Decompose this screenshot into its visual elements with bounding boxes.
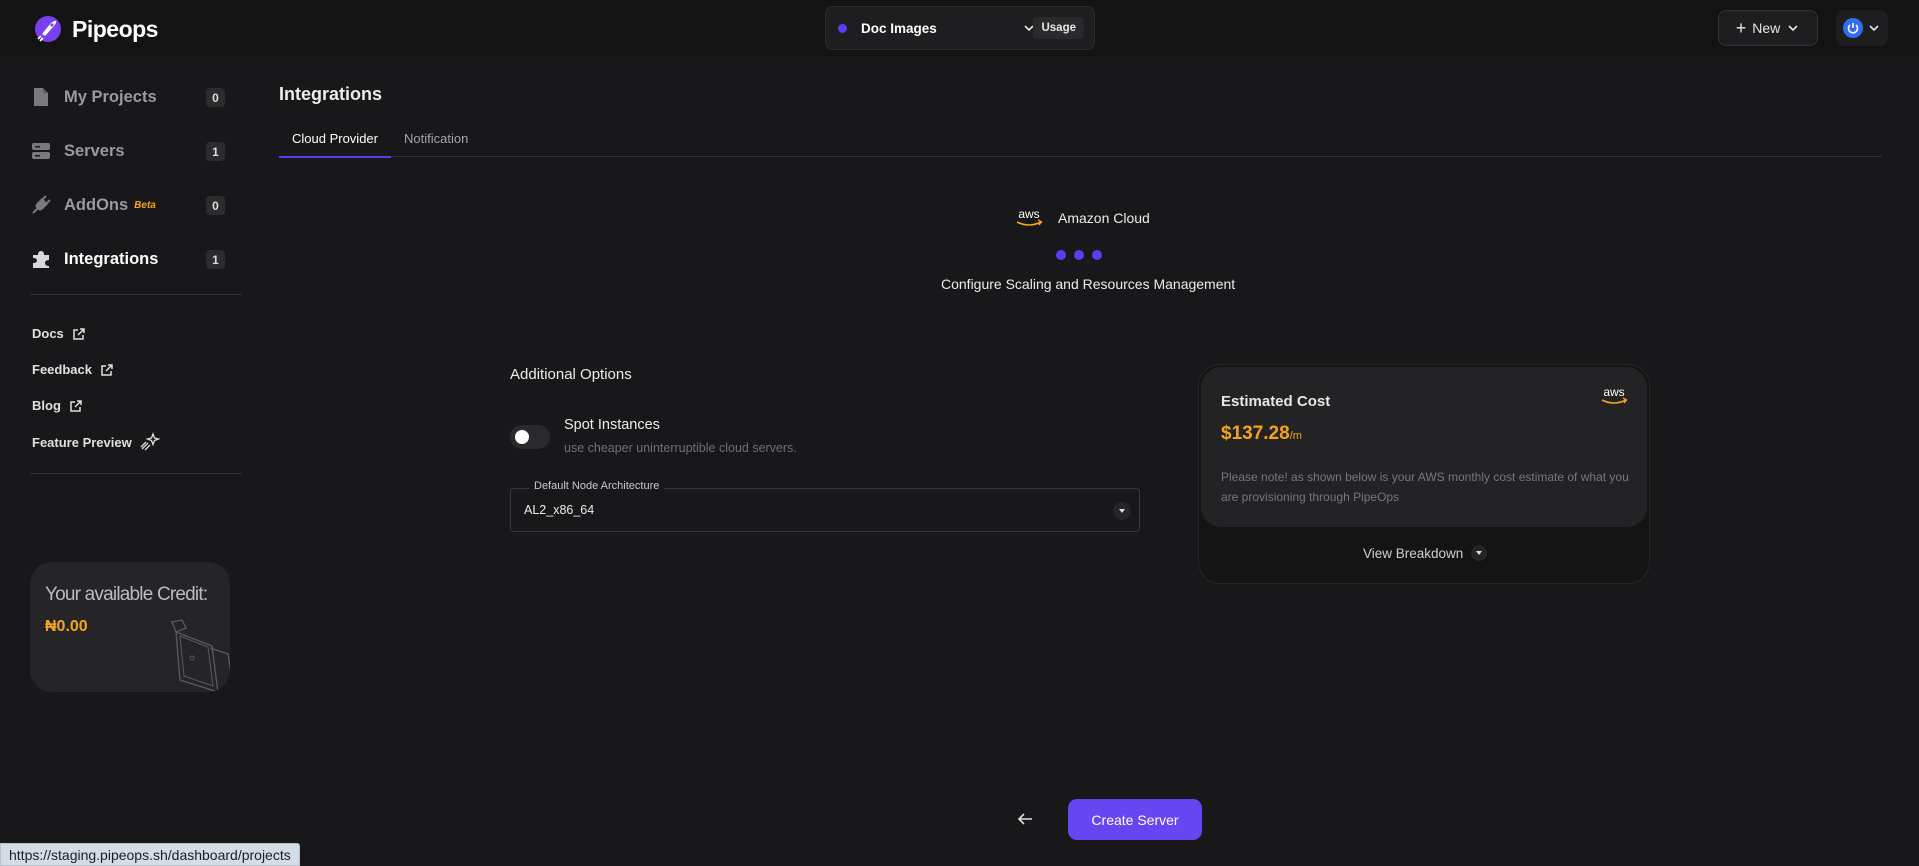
cost-value: $137.28	[1221, 423, 1290, 444]
tab-cloud-provider[interactable]: Cloud Provider	[279, 120, 391, 158]
aws-logo-icon: aws	[1016, 207, 1043, 226]
sidebar-item-label: My Projects	[64, 87, 157, 106]
sidebar-item-servers[interactable]: Servers 1	[30, 133, 225, 169]
architecture-select[interactable]: Default Node Architecture AL2_x86_64	[510, 480, 1140, 532]
project-status-dot	[838, 23, 847, 33]
credit-amount: ₦0.00	[45, 618, 88, 635]
puzzle-icon	[30, 248, 52, 270]
caret-down-icon	[1113, 502, 1131, 520]
plus-icon: +	[1735, 18, 1747, 38]
plug-icon	[30, 194, 52, 216]
spot-instances-description: use cheaper uninterruptible cloud server…	[564, 441, 797, 455]
architecture-select-value: AL2_x86_64	[524, 503, 595, 517]
spot-instances-toggle[interactable]	[510, 425, 550, 449]
sidebar-item-my-projects[interactable]: My Projects 0	[30, 79, 225, 115]
sidebar: My Projects 0 Servers 1 AddOns Beta 0 In…	[0, 56, 260, 866]
architecture-select-label: Default Node Architecture	[529, 480, 665, 492]
project-name: Doc Images	[861, 20, 937, 36]
chevron-down-icon	[1869, 25, 1879, 32]
file-icon	[30, 86, 52, 108]
page-title: Integrations	[279, 84, 383, 104]
tab-bar: Cloud Provider Notification	[279, 120, 1882, 158]
spot-instances-label: Spot Instances	[564, 417, 660, 433]
new-button[interactable]: + New	[1718, 10, 1818, 46]
estimated-cost-title: Estimated Cost	[1221, 393, 1331, 410]
sidebar-link-docs[interactable]: Docs	[32, 326, 86, 341]
caret-down-icon	[1471, 545, 1488, 561]
link-label: Docs	[32, 326, 64, 341]
sidebar-link-blog[interactable]: Blog	[32, 398, 83, 413]
link-label: Feature Preview	[32, 434, 132, 450]
provider-name: Amazon Cloud	[1058, 210, 1150, 226]
count-badge: 0	[206, 196, 225, 215]
sidebar-item-label: AddOns	[64, 195, 129, 214]
svg-text:aws: aws	[1603, 385, 1624, 399]
app-logo[interactable]: Pipeops	[32, 14, 158, 44]
wallet-illustration-icon	[171, 619, 230, 692]
sparkle-icon	[140, 432, 160, 451]
user-menu-button[interactable]	[1836, 10, 1888, 46]
estimated-cost-panel: Estimated Cost aws $137.28/m Please note…	[1201, 367, 1647, 527]
aws-logo-icon: aws	[1601, 385, 1628, 404]
usage-button[interactable]: Usage	[1033, 17, 1084, 39]
arrow-left-icon	[1017, 813, 1032, 825]
link-label: Blog	[32, 398, 61, 413]
chevron-down-icon	[1788, 25, 1798, 32]
toggle-knob	[515, 430, 529, 444]
step-title: Configure Scaling and Resources Manageme…	[941, 276, 1236, 292]
sidebar-item-label: Integrations	[64, 249, 159, 268]
view-breakdown-label: View Breakdown	[1363, 545, 1464, 561]
create-server-button[interactable]: Create Server	[1068, 799, 1202, 840]
external-link-icon	[70, 399, 82, 412]
power-icon	[1847, 23, 1859, 34]
server-icon	[30, 140, 52, 162]
external-link-icon	[73, 327, 85, 340]
new-button-label: New	[1752, 20, 1781, 36]
step-dot	[1056, 250, 1066, 260]
sidebar-item-addons[interactable]: AddOns Beta 0	[30, 187, 225, 223]
credit-title: Your available Credit:	[45, 584, 208, 605]
beta-badge: Beta	[134, 199, 156, 211]
step-dot	[1092, 250, 1102, 260]
rocket-logo-icon	[35, 16, 61, 42]
back-button[interactable]	[1014, 808, 1036, 830]
estimated-cost-amount: $137.28/m	[1221, 423, 1302, 445]
credit-card: Your available Credit: ₦0.00	[30, 562, 230, 692]
sidebar-item-integrations[interactable]: Integrations 1	[30, 241, 225, 277]
link-label: Feedback	[32, 362, 92, 377]
sidebar-divider	[30, 473, 242, 474]
app-name: Pipeops	[72, 15, 158, 42]
tab-notification[interactable]: Notification	[391, 120, 481, 157]
external-link-icon	[101, 363, 113, 376]
count-badge: 0	[206, 88, 225, 107]
sidebar-link-feature-preview[interactable]: Feature Preview	[32, 432, 160, 452]
options-title: Additional Options	[510, 366, 632, 383]
estimated-cost-card: Estimated Cost aws $137.28/m Please note…	[1198, 364, 1650, 584]
sidebar-item-label: Servers	[64, 141, 125, 160]
provider-header: aws Amazon Cloud	[1014, 207, 1150, 229]
count-badge: 1	[206, 142, 225, 161]
project-switcher[interactable]: Doc Images Usage	[825, 6, 1095, 50]
step-dot	[1074, 250, 1084, 260]
view-breakdown-button[interactable]: View Breakdown	[1363, 545, 1488, 561]
svg-text:aws: aws	[1018, 207, 1039, 221]
cost-unit: /m	[1289, 430, 1302, 442]
top-bar: Pipeops Doc Images Usage + New	[0, 0, 1919, 56]
step-indicator	[1056, 250, 1102, 260]
status-bar-url: https://staging.pipeops.sh/dashboard/pro…	[0, 843, 300, 866]
count-badge: 1	[206, 250, 225, 269]
avatar	[1843, 18, 1863, 38]
sidebar-link-feedback[interactable]: Feedback	[32, 362, 114, 377]
estimated-cost-note: Please note! as shown below is your AWS …	[1221, 470, 1629, 504]
sidebar-divider	[30, 294, 242, 295]
